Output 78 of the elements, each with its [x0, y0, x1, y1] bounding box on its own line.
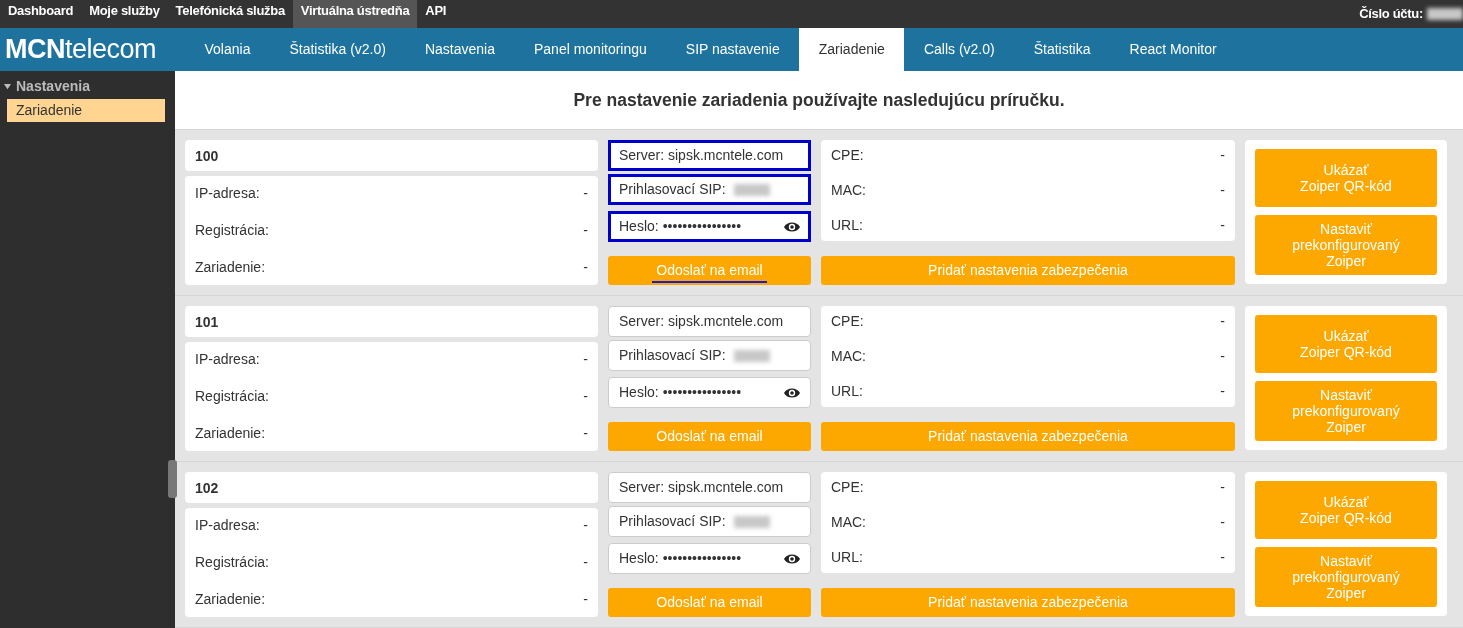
field-value: -	[583, 258, 588, 277]
device-number: 100	[195, 148, 219, 164]
password-dots: ••••••••••••••••	[662, 549, 742, 568]
field-label: URL:	[831, 216, 863, 235]
field-label: MAC:	[831, 513, 866, 532]
field-label: Registrácia:	[195, 387, 269, 406]
top-menu-item[interactable]: API	[417, 0, 455, 28]
field-value: -	[1220, 312, 1225, 331]
nav-tab[interactable]: Zariadenie	[799, 28, 905, 71]
field-label: MAC:	[831, 347, 866, 366]
device-number: 101	[195, 314, 219, 330]
field-label: Zariadenie:	[195, 424, 266, 443]
field-label: Zariadenie:	[195, 590, 266, 609]
redacted-blur	[733, 183, 770, 196]
nav-tab[interactable]: SIP nastavenie	[666, 28, 800, 71]
field-value: -	[1220, 347, 1225, 366]
field-value: -	[583, 424, 588, 443]
field-value: -	[583, 350, 588, 369]
field-label: IP-adresa:	[195, 516, 260, 535]
redacted-blur	[733, 515, 770, 528]
collapse-handle[interactable]	[168, 460, 177, 498]
password-dots: ••••••••••••••••	[662, 383, 742, 402]
field-label: MAC:	[831, 181, 866, 200]
nav-tab[interactable]: Volania	[185, 28, 270, 71]
eye-icon[interactable]	[784, 220, 800, 233]
eye-icon[interactable]	[784, 386, 800, 399]
page-heading: Pre nastavenie zariadenia používajte nasledujúcu príručku.	[573, 88, 1065, 112]
field-value: -	[1220, 146, 1225, 165]
field-value: -	[1220, 216, 1225, 235]
eye-icon[interactable]	[784, 552, 800, 565]
nav-tab[interactable]: Nastavenia	[405, 28, 515, 71]
field-value: -	[583, 516, 588, 535]
input-field[interactable]: Heslo: ••••••••••••••••	[608, 543, 811, 574]
field-value: -	[583, 221, 588, 240]
field-value: -	[1220, 382, 1225, 401]
input-field[interactable]: Prihlasovací SIP:	[608, 174, 811, 205]
field-value: -	[1220, 478, 1225, 497]
top-menu-item[interactable]: Virtuálna ústredňa	[292, 0, 418, 28]
input-field[interactable]: Prihlasovací SIP:	[608, 340, 811, 371]
field-value: -	[1220, 548, 1225, 567]
field-label: Registrácia:	[195, 221, 269, 240]
field-label: Zariadenie:	[195, 258, 266, 277]
field-label: IP-adresa:	[195, 350, 260, 369]
field-value: -	[1220, 181, 1225, 200]
logo[interactable]: MCNtelecom	[0, 28, 185, 71]
account-label: Číslo účtu:	[1359, 5, 1423, 23]
redacted-blur	[1427, 7, 1463, 20]
field-value: -	[583, 184, 588, 203]
top-menu-item[interactable]: Telefónická služba	[167, 0, 293, 28]
field-label: Registrácia:	[195, 553, 269, 572]
field-label: URL:	[831, 382, 863, 401]
input-field[interactable]: Heslo: ••••••••••••••••	[608, 211, 811, 242]
field-value: -	[1220, 513, 1225, 532]
password-dots: ••••••••••••••••	[662, 217, 742, 236]
field-value: -	[583, 553, 588, 572]
field-label: IP-adresa:	[195, 184, 260, 203]
input-field[interactable]: Server: sipsk.mcntele.com	[608, 306, 811, 337]
sidebar-group[interactable]: Nastavenia	[0, 71, 175, 97]
field-label: CPE:	[831, 146, 864, 165]
nav-tab[interactable]: React Monitor	[1110, 28, 1237, 71]
field-value: -	[583, 387, 588, 406]
input-field[interactable]: Prihlasovací SIP:	[608, 506, 811, 537]
top-menu-item[interactable]: Dashboard	[0, 0, 82, 28]
field-label: URL:	[831, 548, 863, 567]
input-field[interactable]: Server: sipsk.mcntele.com	[608, 472, 811, 503]
sidebar-item[interactable]: Zariadenie	[7, 99, 165, 122]
field-value: -	[583, 590, 588, 609]
nav-tab[interactable]: Štatistika	[1014, 28, 1110, 71]
nav-tab[interactable]: Calls (v2.0)	[904, 28, 1015, 71]
nav-tab[interactable]: Panel monitoringu	[514, 28, 667, 71]
field-label: CPE:	[831, 478, 864, 497]
nav-tab[interactable]: Štatistika (v2.0)	[269, 28, 406, 71]
redacted-blur	[733, 349, 770, 362]
input-field[interactable]: Server: sipsk.mcntele.com	[608, 140, 811, 171]
input-field[interactable]: Heslo: ••••••••••••••••	[608, 377, 811, 408]
device-number: 102	[195, 480, 219, 496]
field-label: CPE:	[831, 312, 864, 331]
top-menu-item[interactable]: Moje služby	[81, 0, 168, 28]
